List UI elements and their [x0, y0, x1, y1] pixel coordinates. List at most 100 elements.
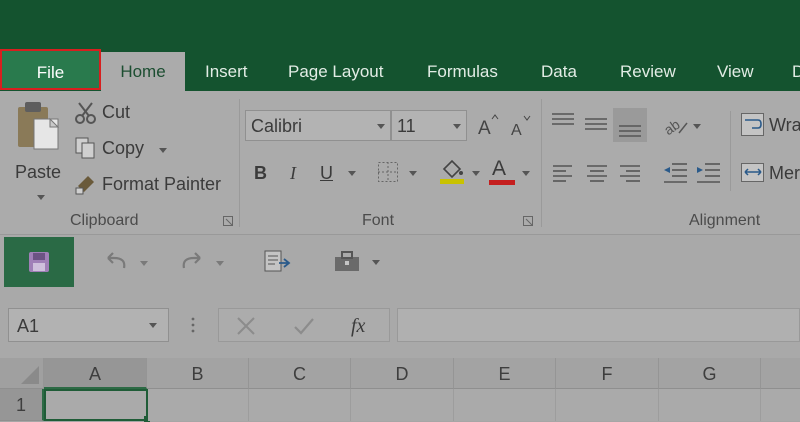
chevron-down-icon — [453, 124, 461, 129]
font-color-glyph: A — [492, 157, 507, 180]
clipboard-launcher-icon[interactable] — [223, 216, 233, 226]
cell-b1[interactable] — [148, 389, 249, 421]
redo-icon[interactable] — [178, 250, 204, 274]
cut-button[interactable]: Cut — [72, 99, 162, 125]
bold-button[interactable]: B — [254, 163, 267, 184]
select-all-corner[interactable] — [0, 358, 44, 389]
format-painter-label: Format Painter — [102, 174, 222, 194]
grip-icon[interactable] — [190, 315, 196, 335]
cell-h1[interactable] — [761, 389, 800, 421]
orientation-button[interactable]: ab — [661, 111, 701, 139]
align-left-icon[interactable] — [552, 163, 574, 183]
column-header-d[interactable]: D — [351, 358, 454, 389]
font-group-label: Font — [362, 212, 395, 229]
toolbox-icon[interactable] — [333, 249, 365, 275]
svg-text:ab: ab — [661, 116, 683, 138]
tab-review[interactable]: Review — [620, 52, 676, 91]
column-header-c[interactable]: C — [249, 358, 351, 389]
font-color-button[interactable]: A — [488, 155, 516, 187]
merge-center-label: Mer — [769, 163, 800, 183]
tab-more[interactable]: D — [792, 52, 800, 91]
tab-formulas[interactable]: Formulas — [427, 52, 498, 91]
customize-qat-dropdown-icon[interactable] — [372, 260, 380, 265]
bottom-align-button[interactable] — [613, 108, 647, 142]
cut-label: Cut — [102, 102, 131, 122]
increase-indent-icon[interactable] — [695, 161, 721, 185]
cell-a1[interactable] — [44, 389, 148, 421]
tab-file[interactable]: File — [0, 49, 101, 90]
undo-icon[interactable] — [104, 250, 130, 274]
bottom-align-icon — [619, 125, 641, 137]
fill-color-button[interactable] — [438, 157, 466, 187]
top-align-icon[interactable] — [550, 111, 576, 131]
font-launcher-icon[interactable] — [523, 216, 533, 226]
group-divider — [541, 99, 542, 227]
cell-c1[interactable] — [249, 389, 351, 421]
column-header-g[interactable]: G — [659, 358, 761, 389]
grow-font-button[interactable]: A — [476, 113, 500, 139]
quick-access-toolbar — [0, 235, 800, 291]
chevron-down-icon — [693, 124, 701, 129]
confirm-entry-icon[interactable] — [292, 315, 316, 337]
svg-text:A: A — [511, 122, 522, 139]
text-orientation-icon: ab — [661, 116, 688, 138]
format-painter-button[interactable]: Format Painter — [72, 171, 232, 197]
cancel-entry-icon[interactable] — [235, 315, 257, 337]
cell-g1[interactable] — [659, 389, 761, 421]
shrink-font-icon: A — [511, 115, 531, 139]
formula-input[interactable] — [397, 308, 800, 342]
paste-dropdown-icon[interactable] — [37, 195, 45, 200]
underline-button[interactable]: U — [320, 163, 333, 184]
borders-icon — [378, 162, 398, 182]
undo-dropdown-icon[interactable] — [140, 261, 148, 266]
cell-f1[interactable] — [556, 389, 659, 421]
cell-e1[interactable] — [454, 389, 556, 421]
name-box[interactable]: A1 — [8, 308, 169, 342]
copy-dropdown-icon[interactable] — [159, 148, 167, 153]
tab-view[interactable]: View — [717, 52, 754, 91]
corner-triangle-icon — [21, 366, 39, 384]
font-size-select[interactable]: 11 — [391, 110, 467, 141]
column-header-b[interactable]: B — [147, 358, 249, 389]
wrap-text-button[interactable]: Wra — [738, 111, 800, 139]
borders-dropdown-icon[interactable] — [409, 171, 417, 176]
decrease-indent-icon[interactable] — [662, 161, 688, 185]
font-name-select[interactable]: Calibri — [245, 110, 391, 141]
underline-dropdown-icon[interactable] — [348, 171, 356, 176]
chevron-down-icon — [149, 323, 157, 328]
tab-data[interactable]: Data — [541, 52, 577, 91]
paste-icon — [18, 102, 60, 150]
redo-dropdown-icon[interactable] — [216, 261, 224, 266]
tab-home[interactable]: Home — [101, 52, 185, 91]
insert-function-button[interactable]: fx — [351, 315, 365, 338]
shrink-font-button[interactable]: A — [508, 113, 532, 139]
italic-button[interactable]: I — [290, 163, 296, 184]
column-header-h[interactable] — [761, 358, 800, 389]
cell-d1[interactable] — [351, 389, 454, 421]
merge-center-button[interactable]: Mer — [738, 159, 800, 187]
font-color-dropdown-icon[interactable] — [522, 171, 530, 176]
column-header-a[interactable]: A — [44, 358, 147, 389]
scissors-icon — [75, 102, 96, 124]
wrap-text-icon — [741, 113, 764, 136]
paste-button[interactable]: Paste — [10, 99, 65, 209]
column-header-e[interactable]: E — [454, 358, 556, 389]
copy-icon — [75, 137, 95, 159]
save-icon — [29, 252, 49, 272]
tab-insert[interactable]: Insert — [205, 52, 248, 91]
tab-page-layout[interactable]: Page Layout — [288, 52, 383, 91]
svg-text:A: A — [478, 118, 491, 139]
copy-button[interactable]: Copy — [72, 135, 172, 161]
borders-button[interactable] — [377, 161, 401, 185]
align-right-icon[interactable] — [619, 163, 641, 183]
align-center-icon[interactable] — [586, 163, 608, 183]
form-icon[interactable] — [263, 249, 291, 275]
formula-bar: A1 fx — [0, 291, 800, 358]
row-header-1[interactable]: 1 — [0, 389, 44, 421]
fill-color-swatch — [440, 179, 464, 184]
middle-align-icon[interactable] — [583, 115, 609, 135]
column-header-f[interactable]: F — [556, 358, 659, 389]
save-button[interactable] — [4, 237, 74, 287]
group-divider — [239, 99, 240, 227]
fill-color-dropdown-icon[interactable] — [472, 171, 480, 176]
